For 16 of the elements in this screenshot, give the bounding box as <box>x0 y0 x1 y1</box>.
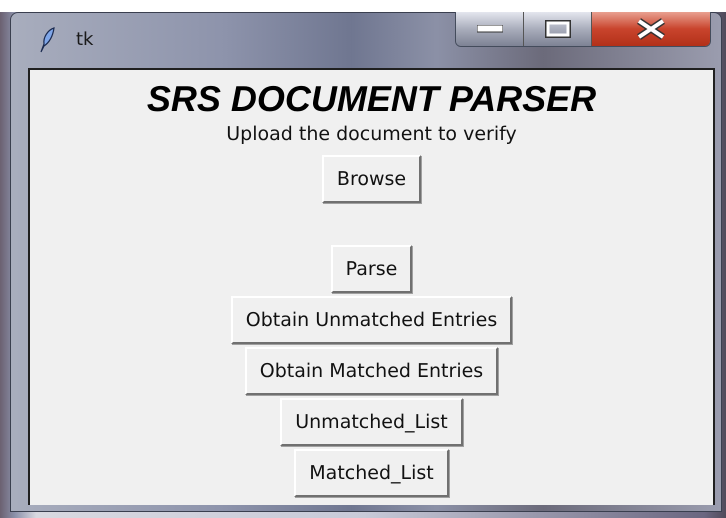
window-title: tk <box>76 29 94 50</box>
minimize-icon <box>476 25 502 33</box>
maximize-icon <box>544 20 570 38</box>
browse-button[interactable]: Browse <box>322 155 422 204</box>
close-icon <box>635 18 667 40</box>
instruction-label: Upload the document to verify <box>226 123 517 146</box>
action-button[interactable]: Obtain Matched Entries <box>244 347 498 396</box>
action-button[interactable]: Parse <box>330 245 412 294</box>
minimize-button[interactable] <box>456 12 524 46</box>
action-button[interactable]: Unmatched_List <box>280 398 463 446</box>
close-button[interactable] <box>592 12 710 46</box>
app-heading: SRS DOCUMENT PARSER <box>146 78 596 120</box>
maximize-button[interactable] <box>524 12 592 46</box>
action-button[interactable]: Obtain Unmatched Entries <box>230 296 512 344</box>
action-button[interactable]: Matched_List <box>294 449 449 498</box>
feather-icon <box>38 27 56 53</box>
